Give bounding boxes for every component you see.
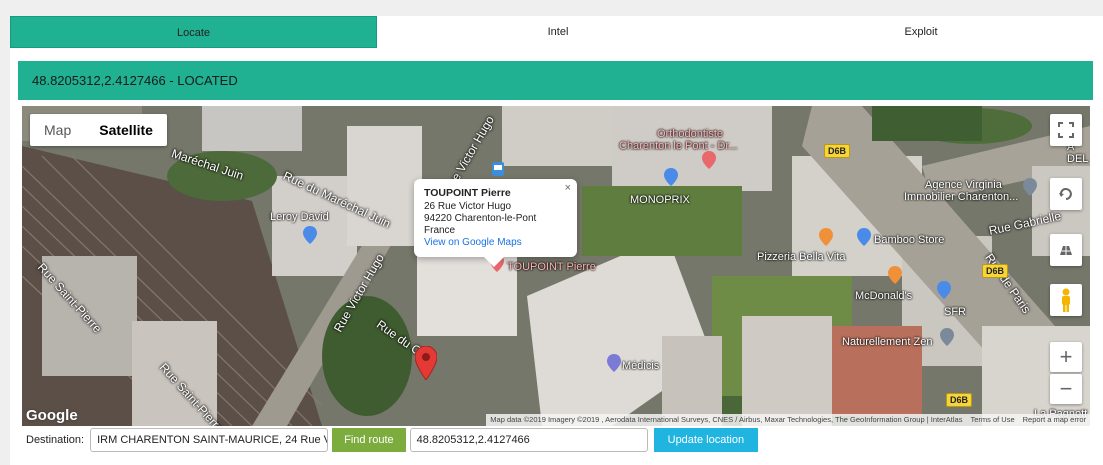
poi-pizzeria[interactable]: Pizzeria Bella Vita [757,251,845,263]
poi-toupoint-pierre[interactable]: TOUPOINT Pierre [507,261,596,273]
view-on-google-maps-link[interactable]: View on Google Maps [424,237,567,249]
agence-pin-icon[interactable] [1023,178,1037,196]
find-route-button[interactable]: Find route [332,428,406,452]
update-location-button[interactable]: Update location [653,428,759,452]
fullscreen-icon [1058,122,1074,138]
close-icon[interactable]: × [565,182,571,194]
destination-label: Destination: [26,434,85,446]
road-badge-d6b-3: D6B [946,393,973,407]
zoom-out-button[interactable]: − [1050,374,1082,404]
map-view[interactable]: Maréchal Juin Rue du Maréchal Juin Rue V… [22,106,1090,426]
poi-orthodontiste[interactable]: Orthodontiste [657,128,723,140]
mcdonalds-pin-icon[interactable] [888,266,902,284]
poi-sfr[interactable]: SFR [944,306,966,318]
poi-immobilier-charenton[interactable]: Immobilier Charenton... [904,191,1018,203]
pegman-icon [1062,288,1070,312]
medicis-pin-icon[interactable] [607,354,621,372]
destination-input[interactable]: IRM CHARENTON SAINT-MAURICE, 24 Rue Vict… [90,428,329,452]
tab-bar: Locate Intel Exploit [10,16,1103,48]
zoom-in-button[interactable]: + [1050,342,1082,372]
rotate-icon [1059,188,1072,200]
bamboo-pin-icon[interactable] [857,228,871,246]
shopping-pin-icon[interactable] [664,168,678,186]
info-window: × TOUPOINT Pierre 26 Rue Victor Hugo 942… [414,179,577,267]
orthodontist-pin-icon[interactable] [702,151,716,169]
poi-leroy-david[interactable]: Leroy David [270,211,329,223]
info-window-title: TOUPOINT Pierre [424,187,511,199]
poi-naturellement-zen[interactable]: Naturellement Zen [842,336,933,348]
sfr-pin-icon[interactable] [937,281,951,299]
road-badge-d6b-2: D6B [982,264,1009,278]
info-window-street: 26 Rue Victor Hugo [424,201,512,212]
fullscreen-button[interactable] [1050,114,1082,146]
poi-agence-virginia[interactable]: Agence Virginia [925,179,1002,191]
tilt-icon [1060,246,1072,255]
rotate-button[interactable] [1050,178,1082,210]
coordinates-input[interactable]: 48.8205312,2.4127466 [409,428,648,452]
street-view-pegman[interactable] [1050,284,1082,316]
naturellement-pin-icon[interactable] [940,328,954,346]
info-window-city: 94220 Charenton-le-Pont [424,213,537,224]
bus-stop-icon[interactable] [492,162,504,176]
poi-monoprix[interactable]: MONOPRIX [630,194,690,206]
map-attribution: Map data ©2019 Imagery ©2019 , Aerodata … [486,414,1090,426]
location-marker-icon[interactable] [415,346,437,380]
map-type-map-button[interactable]: Map [30,114,85,146]
info-window-country: France [424,225,456,236]
poi-bamboo-store[interactable]: Bamboo Store [874,234,944,246]
map-data-credit: Map data ©2019 Imagery ©2019 , Aerodata … [490,415,963,424]
tilt-button[interactable] [1050,234,1082,266]
poi-mcdonalds[interactable]: McDonald's [855,290,912,302]
poi-medicis[interactable]: Médicis [622,360,659,372]
terms-of-use-link[interactable]: Terms of Use [970,414,1014,426]
poi-charenton-dr[interactable]: Charenton le Pont - Dr... [619,140,738,152]
tab-exploit[interactable]: Exploit [739,16,1103,48]
tab-intel[interactable]: Intel [377,16,739,48]
google-logo: Google [26,407,78,424]
tab-locate[interactable]: Locate [10,16,377,48]
report-map-error-link[interactable]: Report a map error [1023,414,1086,426]
food-pin-icon[interactable] [819,228,833,246]
route-bar: Destination: IRM CHARENTON SAINT-MAURICE… [22,428,1092,452]
map-type-control: Map Satellite [30,114,167,146]
poi-del[interactable]: DEL [1067,153,1088,165]
location-status: 48.8205312,2.4127466 - LOCATED [18,61,1093,100]
road-badge-d6b: D6B [824,144,851,158]
store-pin-icon[interactable] [303,226,317,244]
map-type-satellite-button[interactable]: Satellite [85,114,167,146]
